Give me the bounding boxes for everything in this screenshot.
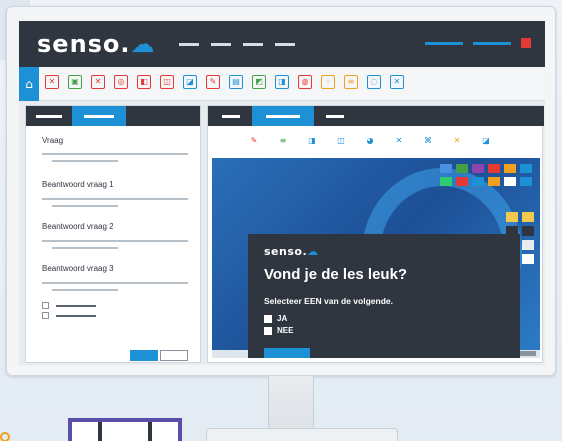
answer3-sub-line [52, 289, 118, 291]
rp-icon-6[interactable]: ✕ [393, 135, 405, 146]
option-line [56, 315, 96, 317]
tool-icon-4[interactable]: ◎ [114, 75, 128, 89]
taskbar-clock [518, 351, 536, 356]
tool-icon-9[interactable]: ▤ [229, 75, 243, 89]
menu-placeholder[interactable] [179, 43, 199, 46]
tool-icon-2[interactable]: ▣ [68, 75, 82, 89]
tab-2-active[interactable] [72, 106, 126, 126]
poll-option-no[interactable]: NEE [264, 326, 293, 335]
monitor-stand-neck [268, 376, 314, 432]
answer2-label: Beantwoord vraag 2 [42, 222, 114, 231]
senso-logo: senso.☁ [37, 30, 156, 58]
question-panel: Vraag Beantwoord vraag 1 Beantwoord vraa… [25, 105, 201, 363]
chair-illustration [68, 418, 182, 441]
rp-icon-2[interactable]: ≡ [277, 135, 289, 146]
window-controls [425, 38, 531, 48]
rp-icon-3[interactable]: ◨ [306, 135, 318, 146]
question-input[interactable] [42, 153, 188, 155]
rp-icon-4[interactable]: ◫ [335, 135, 347, 146]
preview-tab-3[interactable] [326, 115, 344, 118]
tool-icon-16[interactable]: ✕ [390, 75, 404, 89]
poll-dialog: senso.☁ Vond je de les leuk? Selecteer E… [248, 234, 520, 358]
option-checkbox[interactable] [42, 302, 49, 309]
tool-icon-10[interactable]: ◩ [252, 75, 266, 89]
app-header: senso.☁ [19, 21, 545, 67]
scene: senso.☁ ⌂ ✕ ▣ ✕ ◎ ◧ ◫ ◪ ✎ ▤ ◩ ◨ ◍ ◦ ≡ ◌ ✕ [0, 0, 562, 441]
option-line [56, 305, 96, 307]
tool-icon-15[interactable]: ◌ [367, 75, 381, 89]
monitor-stand-base [206, 428, 398, 441]
answer3-label: Beantwoord vraag 3 [42, 264, 114, 273]
question-sub-line [52, 160, 118, 162]
home-icon[interactable]: ⌂ [19, 67, 39, 101]
preview-panel: ✎ ≡ ◨ ◫ ◕ ✕ ⌘ ✕ ◪ senso.☁ Vond je de les… [207, 105, 544, 363]
toolbar-icons: ✕ ▣ ✕ ◎ ◧ ◫ ◪ ✎ ▤ ◩ ◨ ◍ ◦ ≡ ◌ ✕ [45, 75, 404, 89]
poll-subtitle: Selecteer EEN van de volgende. [264, 296, 393, 306]
monitor: senso.☁ ⌂ ✕ ▣ ✕ ◎ ◧ ◫ ◪ ✎ ▤ ◩ ◨ ◍ ◦ ≡ ◌ ✕ [6, 6, 556, 376]
poll-submit-button[interactable] [264, 348, 310, 358]
student-desktop-preview: senso.☁ Vond je de les leuk? Selecteer E… [212, 158, 540, 358]
rp-icon-9[interactable]: ◪ [480, 135, 492, 146]
screen: senso.☁ ⌂ ✕ ▣ ✕ ◎ ◧ ◫ ◪ ✎ ▤ ◩ ◨ ◍ ◦ ≡ ◌ ✕ [19, 21, 545, 365]
menu-placeholder[interactable] [243, 43, 263, 46]
decorative-dot [0, 432, 10, 441]
icon-toolbar: ⌂ ✕ ▣ ✕ ◎ ◧ ◫ ◪ ✎ ▤ ◩ ◨ ◍ ◦ ≡ ◌ ✕ [19, 67, 545, 101]
tool-icon-7[interactable]: ◪ [183, 75, 197, 89]
option-checkbox[interactable] [42, 312, 49, 319]
rp-icon-7[interactable]: ⌘ [422, 135, 434, 146]
tool-icon-1[interactable]: ✕ [45, 75, 59, 89]
cloud-icon: ☁ [130, 30, 156, 58]
preview-tab-2-active[interactable] [252, 106, 314, 126]
tab-1[interactable] [36, 115, 62, 118]
question-panel-tabs [26, 106, 200, 126]
poll-logo: senso.☁ [264, 245, 319, 258]
tool-icon-3[interactable]: ✕ [91, 75, 105, 89]
menu-placeholder[interactable] [275, 43, 295, 46]
poll-option-yes[interactable]: JA [264, 314, 287, 323]
header-menu-placeholders [179, 43, 295, 46]
preview-tabs [208, 106, 544, 126]
preview-tab-1[interactable] [222, 115, 240, 118]
question-label: Vraag [42, 136, 64, 145]
cancel-button[interactable] [160, 350, 188, 361]
rp-icon-1[interactable]: ✎ [248, 135, 260, 146]
preview-toolbar-icons: ✎ ≡ ◨ ◫ ◕ ✕ ⌘ ✕ ◪ [248, 135, 492, 146]
answer1-input[interactable] [42, 198, 188, 200]
rp-icon-5[interactable]: ◕ [364, 135, 376, 146]
tool-icon-12[interactable]: ◍ [298, 75, 312, 89]
desktop-app-tiles [440, 164, 534, 186]
minimize-button[interactable] [425, 41, 463, 45]
close-button[interactable] [521, 38, 531, 48]
checkbox-icon[interactable] [264, 326, 272, 335]
rp-icon-8[interactable]: ✕ [451, 135, 463, 146]
tool-icon-6[interactable]: ◫ [160, 75, 174, 89]
submit-button[interactable] [130, 350, 158, 361]
tool-icon-11[interactable]: ◨ [275, 75, 289, 89]
maximize-button[interactable] [473, 41, 511, 45]
answer1-label: Beantwoord vraag 1 [42, 180, 114, 189]
tool-icon-5[interactable]: ◧ [137, 75, 151, 89]
tool-icon-14[interactable]: ≡ [344, 75, 358, 89]
checkbox-icon[interactable] [264, 314, 272, 323]
tool-icon-8[interactable]: ✎ [206, 75, 220, 89]
answer2-sub-line [52, 247, 118, 249]
cloud-icon: ☁ [307, 245, 319, 258]
menu-placeholder[interactable] [211, 43, 231, 46]
answer1-sub-line [52, 205, 118, 207]
answer2-input[interactable] [42, 240, 188, 242]
poll-title: Vond je de les leuk? [264, 266, 408, 283]
answer3-input[interactable] [42, 282, 188, 284]
tool-icon-13[interactable]: ◦ [321, 75, 335, 89]
